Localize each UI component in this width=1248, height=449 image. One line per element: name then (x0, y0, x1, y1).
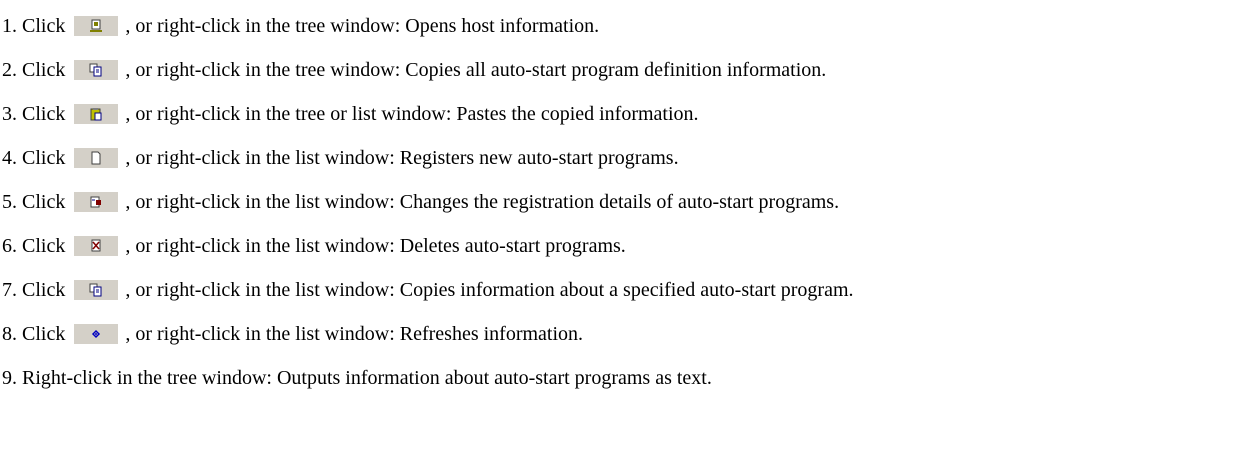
step-lead: 7. Click (2, 279, 66, 301)
step-lead: 3. Click (2, 103, 66, 125)
paste-icon (74, 104, 119, 124)
step-3: 3. Click , or right-click in the tree or… (2, 100, 699, 128)
refresh-icon (74, 324, 119, 344)
delete-icon (74, 236, 119, 256)
step-text: , or right-click in the list window: Cop… (125, 279, 854, 301)
step-lead: 5. Click (2, 191, 66, 213)
step-text: , or right-click in the list window: Cha… (125, 191, 840, 213)
copy-icon (74, 60, 119, 80)
host-info-icon (74, 16, 119, 36)
step-2: 2. Click , or right-click in the tree wi… (2, 56, 826, 84)
step-text: , or right-click in the list window: Reg… (125, 147, 679, 169)
step-6: 6. Click , or right-click in the list wi… (2, 232, 626, 260)
change-details-icon (74, 192, 119, 212)
step-text: , or right-click in the list window: Del… (125, 235, 626, 257)
step-8: 8. Click , or right-click in the list wi… (2, 320, 583, 348)
step-lead: 2. Click (2, 59, 66, 81)
step-text: , or right-click in the tree window: Ope… (125, 15, 600, 37)
step-lead: 1. Click (2, 15, 66, 37)
step-1: 1. Click , or right-click in the tree wi… (2, 12, 599, 40)
step-4: 4. Click , or right-click in the list wi… (2, 144, 679, 172)
step-text: , or right-click in the tree or list win… (125, 103, 699, 125)
step-text: , or right-click in the tree window: Cop… (125, 59, 827, 81)
step-9: 9. Right-click in the tree window: Outpu… (2, 364, 712, 392)
new-document-icon (74, 148, 119, 168)
step-5: 5. Click , or right-click in the list wi… (2, 188, 839, 216)
step-7: 7. Click , or right-click in the list wi… (2, 276, 854, 304)
step-lead: 4. Click (2, 147, 66, 169)
step-text: , or right-click in the list window: Ref… (125, 323, 584, 345)
step-text: 9. Right-click in the tree window: Outpu… (2, 367, 712, 389)
step-lead: 8. Click (2, 323, 66, 345)
copy-icon (74, 280, 119, 300)
step-lead: 6. Click (2, 235, 66, 257)
